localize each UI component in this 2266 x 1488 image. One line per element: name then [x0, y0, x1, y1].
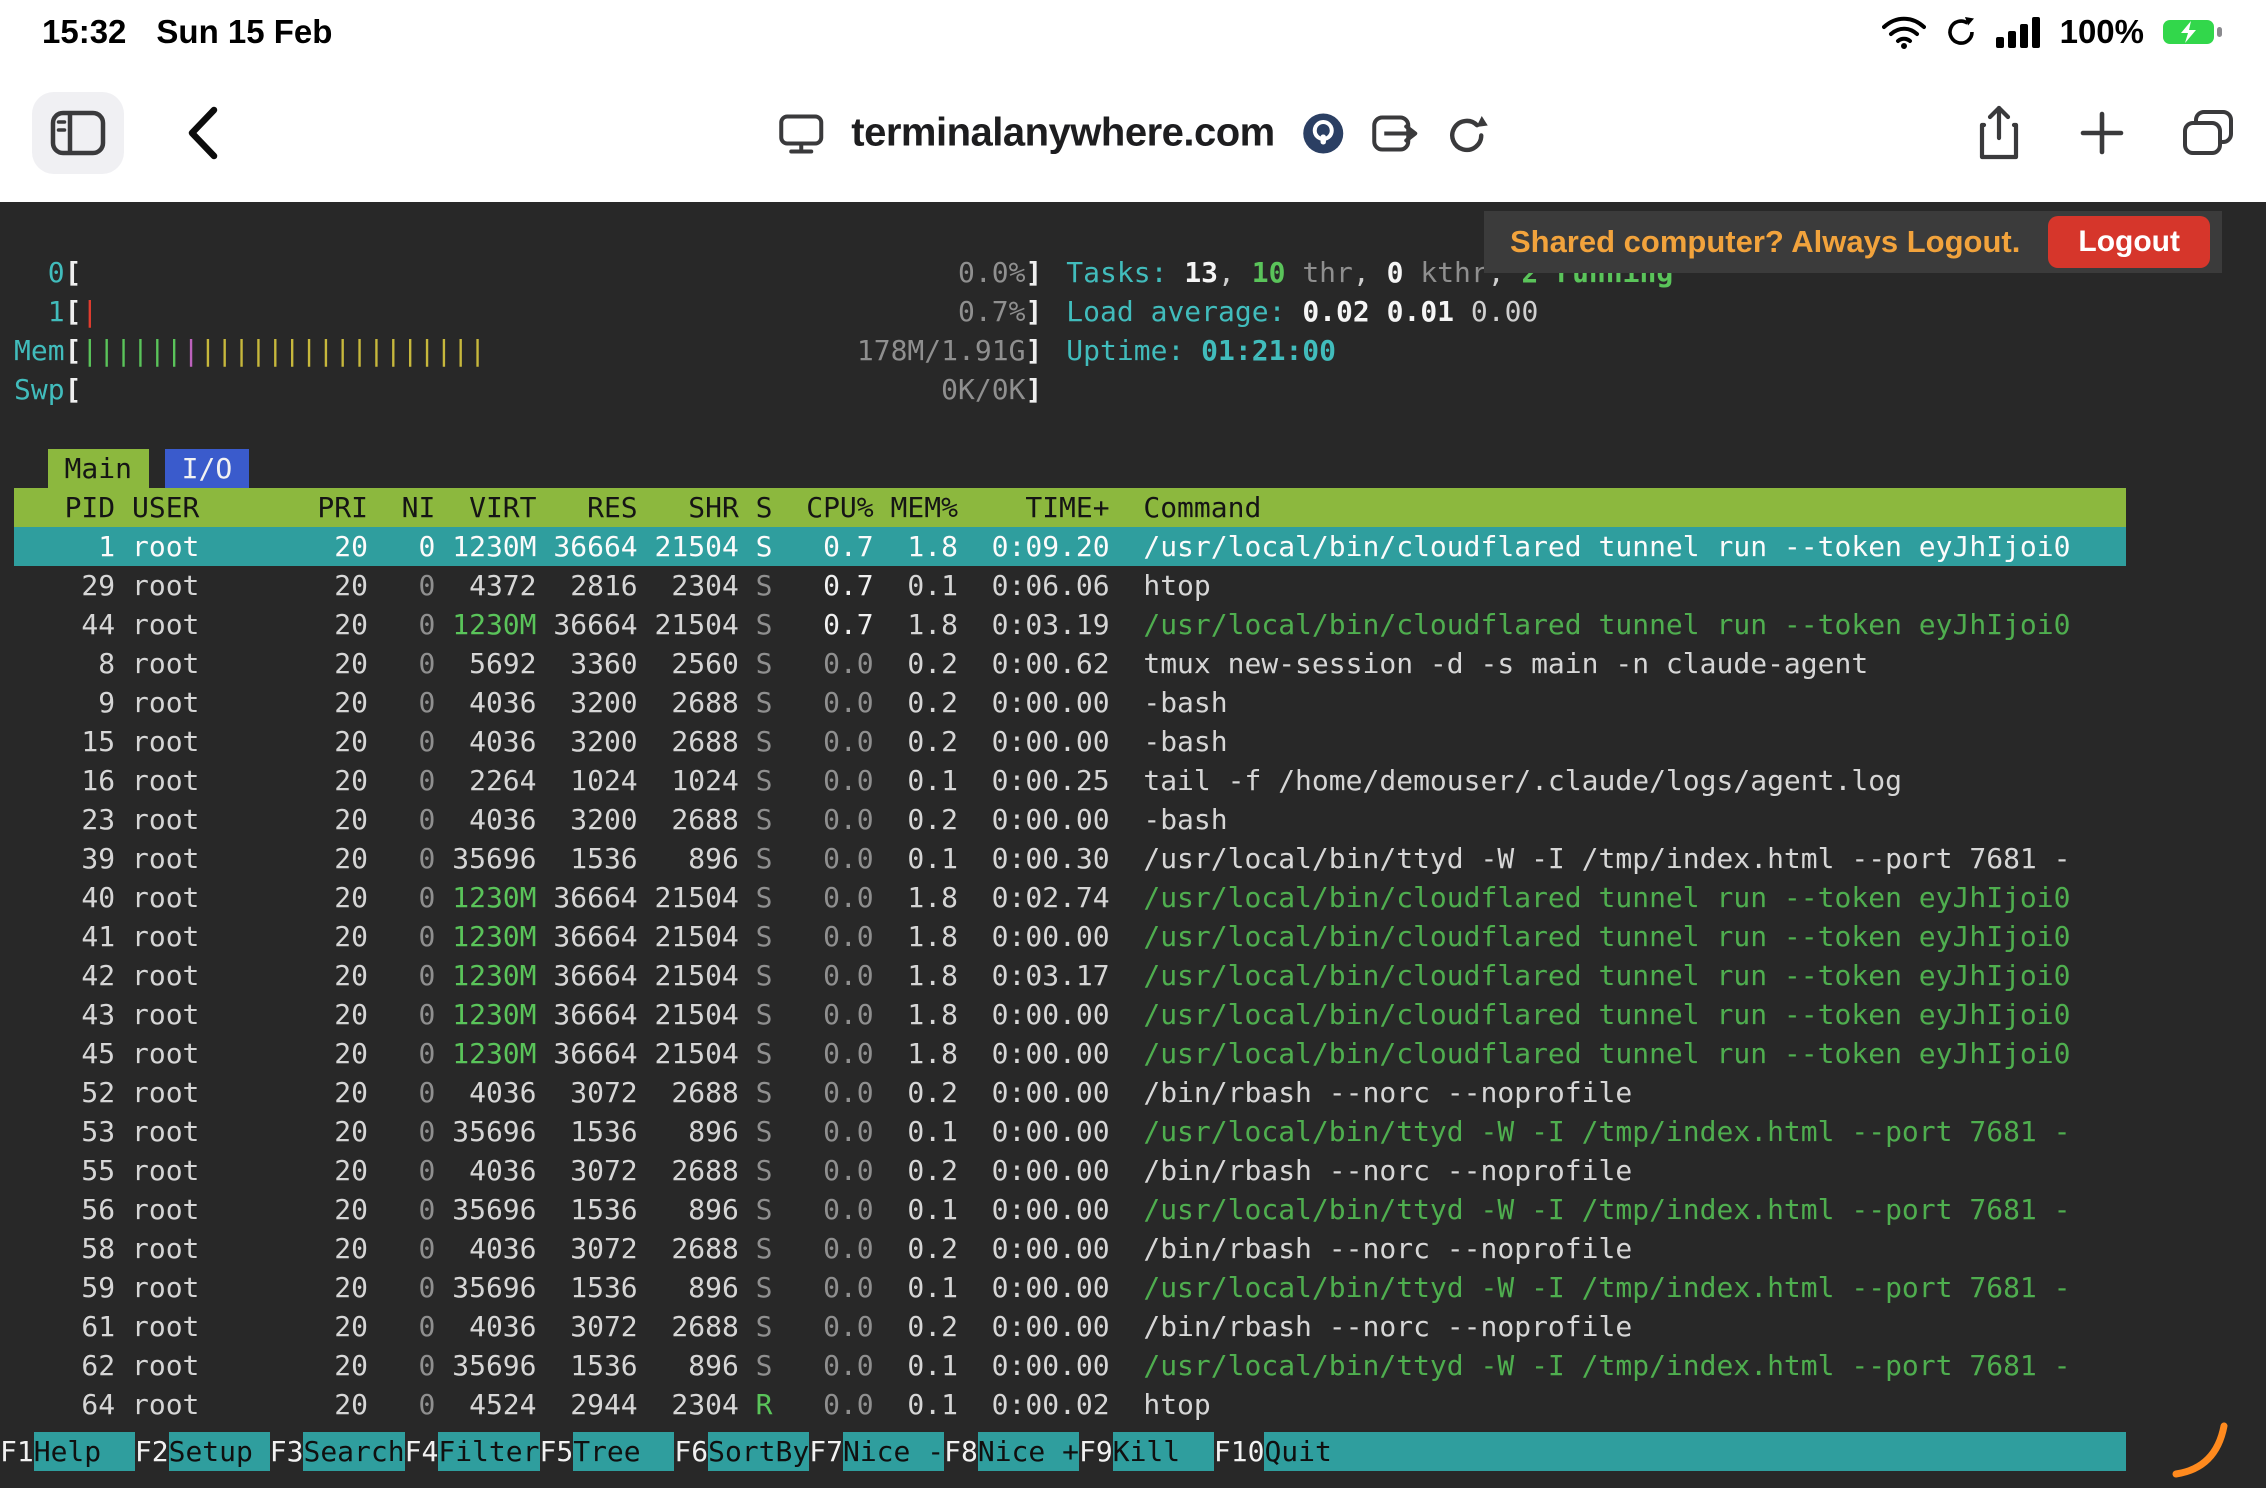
- column-header-ni[interactable]: NI: [368, 488, 435, 527]
- column-header-cpu[interactable]: CPU%: [773, 488, 874, 527]
- fkey-f8[interactable]: F8Nice +: [944, 1432, 1079, 1471]
- column-header-mem[interactable]: MEM%: [874, 488, 958, 527]
- monitor-icon: [777, 112, 825, 154]
- meter-mem: Mem[||||||||||||||||||||||||178M/1.91G]U…: [14, 331, 2266, 370]
- fkey-f1[interactable]: F1Help: [0, 1432, 135, 1471]
- extensions-icon[interactable]: [1371, 111, 1419, 155]
- status-right: 100%: [1882, 13, 2224, 51]
- process-row-56[interactable]: 56root200356961536896S0.00.10:00.00/usr/…: [14, 1190, 2126, 1229]
- meter-1: 1[|0.7%]Load average: 0.02 0.01 0.00: [14, 292, 2266, 331]
- column-header-res[interactable]: RES: [537, 488, 638, 527]
- new-tab-button[interactable]: [2080, 111, 2124, 155]
- terminal[interactable]: 0[0.0%]Tasks: 13, 10 thr, 0 kthr; 2 runn…: [0, 202, 2266, 1488]
- process-row-64[interactable]: 64root200452429442304R0.00.10:00.02htop: [14, 1385, 2126, 1424]
- fkey-f7[interactable]: F7Nice -: [809, 1432, 944, 1471]
- fkey-bar-fill: [1366, 1432, 2126, 1471]
- back-chevron-icon: [184, 104, 222, 162]
- back-button[interactable]: [184, 104, 222, 162]
- tab-io[interactable]: I/O: [165, 449, 249, 488]
- process-row-8[interactable]: 8root200569233602560S0.00.20:00.62tmux n…: [14, 644, 2126, 683]
- cellular-icon: [1996, 16, 2042, 48]
- tab-overview-button[interactable]: [2182, 110, 2234, 156]
- status-bar: 15:32 Sun 15 Feb: [0, 0, 2266, 64]
- function-key-bar: F1Help F2Setup F3SearchF4FilterF5Tree F6…: [0, 1432, 2126, 1471]
- battery-icon: [2162, 17, 2224, 47]
- column-header-user[interactable]: USER: [132, 488, 284, 527]
- fkey-f5[interactable]: F5Tree: [540, 1432, 675, 1471]
- process-row-43[interactable]: 43root2001230M3666421504S0.01.80:00.00/u…: [14, 995, 2126, 1034]
- meter-info: Uptime: 01:21:00: [1066, 331, 1336, 370]
- wifi-icon: [1882, 15, 1926, 49]
- process-row-53[interactable]: 53root200356961536896S0.00.10:00.00/usr/…: [14, 1112, 2126, 1151]
- process-row-15[interactable]: 15root200403632002688S0.00.20:00.00-bash: [14, 722, 2126, 761]
- orange-scribble: [2168, 1420, 2240, 1480]
- process-row-45[interactable]: 45root2001230M3666421504S0.01.80:00.00/u…: [14, 1034, 2126, 1073]
- process-row-42[interactable]: 42root2001230M3666421504S0.01.80:03.17/u…: [14, 956, 2126, 995]
- meter-area: 0[0.0%]Tasks: 13, 10 thr, 0 kthr; 2 runn…: [14, 253, 2266, 409]
- process-row-1[interactable]: 1root2001230M3666421504S0.71.80:09.20/us…: [14, 527, 2126, 566]
- process-row-29[interactable]: 29root200437228162304S0.70.10:06.06htop: [14, 566, 2126, 605]
- process-row-40[interactable]: 40root2001230M3666421504S0.01.80:02.74/u…: [14, 878, 2126, 917]
- battery-percent: 100%: [2060, 13, 2144, 51]
- process-row-9[interactable]: 9root200403632002688S0.00.20:00.00-bash: [14, 683, 2126, 722]
- column-header-cmd[interactable]: Command: [1143, 488, 2126, 527]
- onepassword-icon[interactable]: [1301, 111, 1345, 155]
- fkey-f2[interactable]: F2Setup: [135, 1432, 270, 1471]
- clock: 15:32: [42, 13, 126, 51]
- process-row-23[interactable]: 23root200403632002688S0.00.20:00.00-bash: [14, 800, 2126, 839]
- fkey-f3[interactable]: F3Search: [270, 1432, 405, 1471]
- plus-icon: [2080, 111, 2124, 155]
- logout-button[interactable]: Logout: [2048, 216, 2210, 268]
- banner-message: Shared computer? Always Logout.: [1510, 224, 2020, 260]
- share-icon: [1976, 104, 2022, 162]
- process-row-52[interactable]: 52root200403630722688S0.00.20:00.00/bin/…: [14, 1073, 2126, 1112]
- column-header-pid[interactable]: PID: [14, 488, 115, 527]
- column-header-time[interactable]: TIME+: [958, 488, 1110, 527]
- fkey-f10[interactable]: F10Quit: [1214, 1432, 1366, 1471]
- column-header-shr[interactable]: SHR: [638, 488, 739, 527]
- url-bar[interactable]: terminalanywhere.com: [777, 111, 1489, 156]
- column-header-s[interactable]: S: [739, 488, 773, 527]
- column-header-virt[interactable]: VIRT: [435, 488, 536, 527]
- ipad-screen: 15:32 Sun 15 Feb: [0, 0, 2266, 1488]
- share-button[interactable]: [1976, 104, 2022, 162]
- process-table: PID USERPRINIVIRTRESSHRSCPU%MEM%TIME+ Comm…: [14, 488, 2126, 1424]
- process-row-55[interactable]: 55root200403630722688S0.00.20:00.00/bin/…: [14, 1151, 2126, 1190]
- htop-tabs: Main I/O: [14, 449, 2266, 488]
- toolbar-left: [32, 92, 222, 174]
- status-left: 15:32 Sun 15 Feb: [42, 13, 332, 51]
- sidebar-icon: [50, 109, 106, 157]
- fkey-f6[interactable]: F6SortBy: [674, 1432, 809, 1471]
- meter-info: Load average: 0.02 0.01 0.00: [1066, 292, 1538, 331]
- meter-swp: Swp[0K/0K]: [14, 370, 2266, 409]
- sidebar-button[interactable]: [32, 92, 124, 174]
- process-row-39[interactable]: 39root200356961536896S0.00.10:00.30/usr/…: [14, 839, 2126, 878]
- safari-toolbar: terminalanywhere.com: [0, 64, 2266, 202]
- process-row-61[interactable]: 61root200403630722688S0.00.20:00.00/bin/…: [14, 1307, 2126, 1346]
- url-text: terminalanywhere.com: [851, 111, 1275, 156]
- fkey-f4[interactable]: F4Filter: [405, 1432, 540, 1471]
- process-row-16[interactable]: 16root200226410241024S0.00.10:00.25tail …: [14, 761, 2126, 800]
- rotation-lock-icon: [1944, 15, 1978, 49]
- column-header-pri[interactable]: PRI: [284, 488, 368, 527]
- tabs-icon: [2182, 110, 2234, 156]
- process-row-44[interactable]: 44root2001230M3666421504S0.71.80:03.19/u…: [14, 605, 2126, 644]
- logout-banner: Shared computer? Always Logout. Logout: [1484, 211, 2222, 273]
- status-date: Sun 15 Feb: [156, 13, 332, 51]
- reload-icon[interactable]: [1445, 111, 1489, 155]
- tab-main[interactable]: Main: [48, 449, 149, 488]
- toolbar-right: [1976, 104, 2234, 162]
- process-row-58[interactable]: 58root200403630722688S0.00.20:00.00/bin/…: [14, 1229, 2126, 1268]
- process-row-41[interactable]: 41root2001230M3666421504S0.01.80:00.00/u…: [14, 917, 2126, 956]
- fkey-f9[interactable]: F9Kill: [1079, 1432, 1214, 1471]
- process-row-62[interactable]: 62root200356961536896S0.00.10:00.00/usr/…: [14, 1346, 2126, 1385]
- table-header-row: PID USERPRINIVIRTRESSHRSCPU%MEM%TIME+ Comm…: [14, 488, 2126, 527]
- process-row-59[interactable]: 59root200356961536896S0.00.10:00.00/usr/…: [14, 1268, 2126, 1307]
